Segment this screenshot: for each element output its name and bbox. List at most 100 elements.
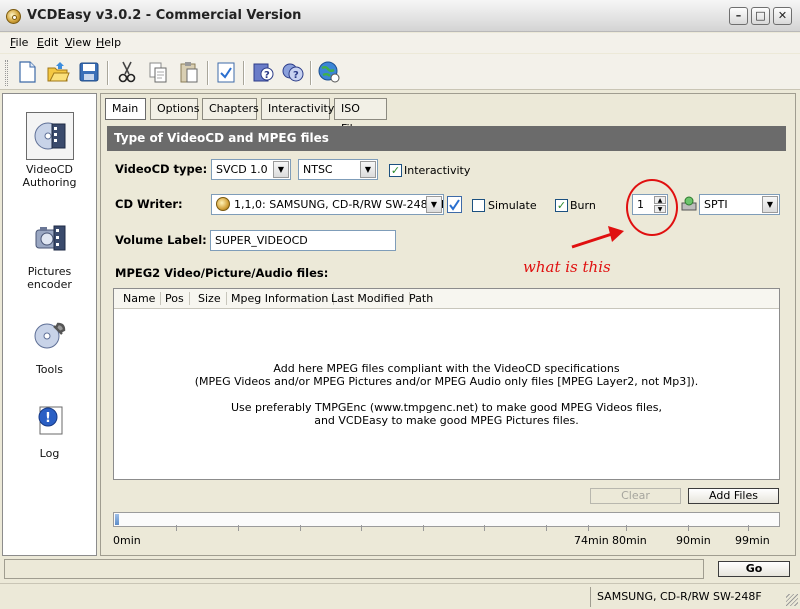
title-bar[interactable]: VCDEasy v3.0.2 - Commercial Version – □ … bbox=[0, 0, 800, 32]
status-bar: SAMSUNG, CD-R/RW SW-248F bbox=[0, 583, 800, 609]
column-header-path[interactable]: Path bbox=[404, 292, 438, 305]
new-button[interactable] bbox=[13, 58, 41, 86]
tab-options[interactable]: Options bbox=[150, 98, 199, 120]
check-button[interactable] bbox=[212, 58, 240, 86]
paste-button[interactable] bbox=[175, 58, 203, 86]
timeline-tick bbox=[626, 525, 627, 531]
video-standard-select[interactable]: NTSC ▼ bbox=[298, 159, 378, 180]
interactivity-checkbox[interactable]: ✓ bbox=[389, 164, 402, 177]
check-task-icon bbox=[449, 199, 460, 211]
about-icon: ? bbox=[282, 63, 304, 82]
log-icon: ! bbox=[26, 396, 74, 444]
capacity-fill bbox=[115, 514, 119, 525]
close-button[interactable]: ✕ bbox=[773, 7, 792, 25]
chevron-down-icon[interactable]: ▼ bbox=[360, 161, 376, 178]
chevron-down-icon[interactable]: ▼ bbox=[273, 161, 289, 178]
nav-videocd-authoring[interactable]: VideoCD Authoring bbox=[3, 112, 96, 189]
column-header-pos[interactable]: Pos bbox=[160, 292, 190, 305]
toolbar-separator bbox=[207, 61, 209, 85]
left-navigation: VideoCD Authoring Pictures encoder Tools… bbox=[2, 93, 97, 556]
bottom-bar: Go bbox=[0, 557, 800, 582]
save-button[interactable] bbox=[75, 58, 103, 86]
timeline-label-90min: 90min bbox=[676, 534, 711, 547]
about-button[interactable]: ? bbox=[279, 58, 307, 86]
tab-interactivity[interactable]: Interactivity bbox=[261, 98, 334, 120]
nav-pictures-encoder[interactable]: Pictures encoder bbox=[3, 214, 96, 291]
capacity-timeline bbox=[113, 512, 780, 527]
minimize-button[interactable]: – bbox=[729, 7, 748, 25]
help-icon: ? bbox=[253, 63, 274, 82]
section-header: Type of VideoCD and MPEG files bbox=[107, 126, 786, 151]
open-folder-icon bbox=[47, 62, 70, 82]
annotation-text: what is this bbox=[523, 258, 611, 276]
web-update-button[interactable] bbox=[315, 58, 343, 86]
interface-select[interactable]: SPTI ▼ bbox=[699, 194, 780, 215]
cd-writer-label: CD Writer: bbox=[115, 197, 183, 211]
pictures-encoder-icon bbox=[26, 214, 74, 262]
simulate-checkbox[interactable] bbox=[472, 199, 485, 212]
paste-icon bbox=[180, 62, 198, 83]
volume-label-input[interactable]: SUPER_VIDEOCD bbox=[210, 230, 396, 251]
cd-writer-check-button[interactable] bbox=[447, 196, 462, 213]
window-title: VCDEasy v3.0.2 - Commercial Version bbox=[27, 8, 302, 23]
copy-icon bbox=[149, 62, 167, 83]
nav-log[interactable]: ! Log bbox=[3, 396, 96, 460]
menu-bar: File Edit View Help bbox=[0, 33, 800, 53]
timeline-tick bbox=[546, 525, 547, 531]
cut-button[interactable] bbox=[113, 58, 141, 86]
tab-main[interactable]: Main bbox=[105, 98, 146, 120]
timeline-tick bbox=[300, 525, 301, 531]
menu-file[interactable]: File bbox=[10, 36, 28, 49]
help-button[interactable]: ? bbox=[249, 58, 277, 86]
status-device: SAMSUNG, CD-R/RW SW-248F bbox=[590, 587, 796, 607]
chevron-down-icon[interactable]: ▼ bbox=[426, 196, 442, 213]
add-files-button[interactable]: Add Files bbox=[688, 488, 779, 504]
files-label: MPEG2 Video/Picture/Audio files: bbox=[115, 266, 329, 280]
resize-grip[interactable] bbox=[786, 594, 798, 606]
go-button[interactable]: Go bbox=[718, 561, 790, 577]
cd-drive-icon bbox=[216, 197, 230, 211]
copy-button[interactable] bbox=[144, 58, 172, 86]
new-file-icon bbox=[19, 61, 36, 83]
tab-chapters[interactable]: Chapters bbox=[202, 98, 259, 120]
timeline-tick bbox=[588, 525, 589, 531]
file-list-header: Name Pos Size Mpeg Information Last Modi… bbox=[114, 289, 779, 309]
timeline-tick bbox=[423, 525, 424, 531]
chevron-down-icon[interactable]: ▼ bbox=[762, 196, 778, 213]
column-header-size[interactable]: Size bbox=[193, 292, 227, 305]
open-button[interactable] bbox=[44, 58, 72, 86]
toolbar: ? ? bbox=[0, 54, 800, 90]
column-header-last-modified[interactable]: Last Modified bbox=[326, 292, 411, 305]
timeline-label-99min: 99min bbox=[735, 534, 770, 547]
clear-button[interactable]: Clear bbox=[590, 488, 681, 504]
toolbar-separator bbox=[107, 61, 109, 85]
column-header-name[interactable]: Name bbox=[118, 292, 162, 305]
svg-text:?: ? bbox=[264, 70, 270, 81]
toolbar-grip[interactable] bbox=[5, 60, 8, 86]
app-cd-icon bbox=[6, 9, 21, 24]
videocd-authoring-icon bbox=[25, 112, 74, 160]
tools-icon bbox=[26, 312, 74, 360]
svg-text:!: ! bbox=[45, 411, 51, 426]
menu-help[interactable]: Help bbox=[96, 36, 121, 49]
timeline-label-80min: 80min bbox=[612, 534, 647, 547]
timeline-tick bbox=[176, 525, 177, 531]
tab-iso-files[interactable]: ISO Files bbox=[334, 98, 387, 135]
column-header-mpeg-information[interactable]: Mpeg Information bbox=[226, 292, 335, 305]
check-task-icon bbox=[217, 62, 235, 83]
file-list[interactable]: Name Pos Size Mpeg Information Last Modi… bbox=[113, 288, 780, 480]
timeline-label-74min: 74min bbox=[574, 534, 609, 547]
timeline-label-0min: 0min bbox=[113, 534, 141, 547]
annotation-arrow bbox=[571, 226, 624, 249]
nav-tools[interactable]: Tools bbox=[3, 312, 96, 376]
maximize-button[interactable]: □ bbox=[751, 7, 770, 25]
burn-checkbox[interactable]: ✓ bbox=[555, 199, 568, 212]
cd-writer-select[interactable]: 1,1,0: SAMSUNG, CD-R/RW SW-248F, I ▼ bbox=[211, 194, 444, 215]
menu-edit[interactable]: Edit bbox=[37, 36, 58, 49]
annotation-circle bbox=[626, 179, 678, 236]
videocd-type-label: VideoCD type: bbox=[115, 162, 208, 176]
volume-label-label: Volume Label: bbox=[115, 233, 207, 247]
burn-label: Burn bbox=[570, 199, 596, 212]
videocd-type-select[interactable]: SVCD 1.0 ▼ bbox=[211, 159, 291, 180]
menu-view[interactable]: View bbox=[65, 36, 91, 49]
